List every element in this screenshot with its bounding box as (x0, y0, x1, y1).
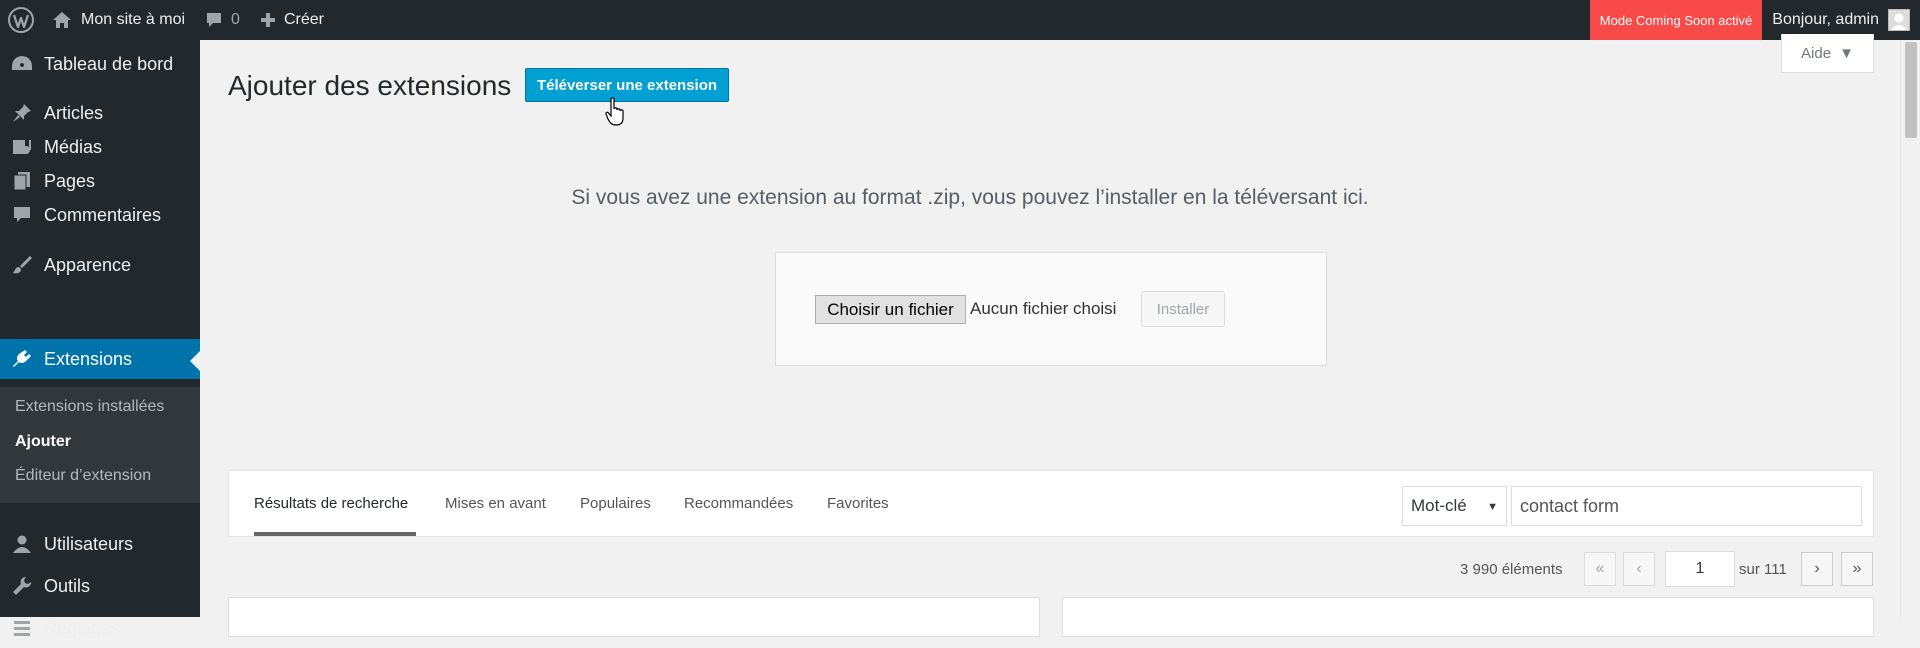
current-menu-arrow (190, 351, 200, 371)
current-page-input[interactable] (1665, 551, 1735, 587)
choose-file-button[interactable]: Choisir un fichier (815, 295, 966, 324)
page-title: Ajouter des extensions (228, 70, 512, 101)
menu-label-users: Utilisateurs (44, 533, 134, 554)
help-button[interactable]: Aide ▼ (1781, 34, 1874, 73)
menu-label-comments: Commentaires (44, 204, 162, 225)
last-page-button[interactable]: » (1841, 552, 1873, 586)
tab-popular[interactable]: Populaires (580, 495, 651, 512)
home-icon (53, 12, 71, 28)
menu-label-media: Médias (44, 136, 103, 157)
menu-item-extensions[interactable]: Extensions (0, 339, 200, 379)
dashboard-icon (0, 54, 44, 74)
site-name-label: Mon site à moi (81, 11, 186, 28)
plugin-card (228, 597, 1040, 637)
greeting-label: Bonjour, admin (1772, 11, 1879, 28)
upload-extension-button[interactable]: Téléverser une extension (525, 68, 729, 102)
install-button[interactable]: Installer (1141, 291, 1225, 327)
users-icon (0, 534, 44, 554)
no-file-label: Aucun fichier choisi (970, 299, 1117, 318)
tab-search-results[interactable]: Résultats de recherche (254, 495, 408, 512)
select-caret-icon: ▼ (1487, 501, 1498, 513)
help-label: Aide (1801, 44, 1832, 62)
search-input[interactable] (1511, 486, 1862, 526)
wordpress-logo-icon[interactable] (0, 0, 42, 40)
plugin-card (1062, 597, 1874, 637)
filter-bar: Résultats de recherche Mises en avant Po… (228, 470, 1874, 537)
hand-cursor-icon (605, 97, 624, 126)
admin-menu: Tableau de bord Articles Médias Pages Co… (0, 40, 200, 638)
scrollbar-thumb[interactable] (1905, 42, 1917, 138)
main-content: Ajouter des extensions Téléverser une ex… (200, 34, 1900, 637)
submenu-extension-editor[interactable]: Éditeur d’extension (15, 467, 151, 485)
first-page-button[interactable]: « (1584, 552, 1616, 586)
page-total: sur 111 (1739, 561, 1787, 578)
search-type-select[interactable]: Mot-clé ▼ (1402, 486, 1507, 526)
brush-icon (0, 255, 44, 275)
wrench-icon (0, 576, 44, 596)
menu-label-tools: Outils (44, 575, 91, 596)
caret-down-icon: ▼ (1839, 44, 1854, 62)
submenu-installed-extensions[interactable]: Extensions installées (15, 398, 164, 416)
menu-item-appearance[interactable]: Apparence (0, 245, 200, 285)
avatar (1888, 9, 1910, 31)
plugin-icon (0, 349, 44, 369)
comments-count: 0 (231, 11, 240, 28)
coming-soon-badge[interactable]: Mode Coming Soon activé (1589, 0, 1763, 40)
tab-featured[interactable]: Mises en avant (445, 495, 546, 512)
prev-page-button[interactable]: ‹ (1623, 552, 1655, 586)
menu-item-settings[interactable]: Réglages (0, 608, 200, 648)
menu-item-tools[interactable]: Outils (0, 566, 200, 606)
comment-bubble-icon (207, 13, 222, 27)
items-count: 3 990 éléments (1460, 561, 1563, 578)
menu-label-dashboard: Tableau de bord (44, 53, 174, 74)
next-page-button[interactable]: › (1801, 552, 1833, 586)
tab-favorites[interactable]: Favorites (827, 495, 889, 512)
menu-label-settings: Réglages (44, 617, 121, 638)
comment-icon (0, 205, 44, 225)
menu-label-pages: Pages (44, 170, 96, 191)
upload-message: Si vous avez une extension au format .zi… (571, 186, 1369, 209)
media-icon (0, 137, 44, 157)
new-content-link[interactable]: Créer (250, 0, 334, 40)
site-name-link[interactable]: Mon site à moi (42, 0, 195, 40)
submenu-add[interactable]: Ajouter (15, 433, 71, 451)
comments-link[interactable]: 0 (195, 0, 250, 40)
scrollbar[interactable] (1900, 40, 1920, 617)
active-tab-indicator (254, 532, 416, 536)
plus-icon (260, 13, 275, 27)
pin-icon (0, 103, 44, 123)
menu-item-comments[interactable]: Commentaires (0, 195, 200, 235)
menu-label-extensions: Extensions (44, 348, 133, 369)
menu-label-articles: Articles (44, 102, 104, 123)
menu-label-appearance: Apparence (44, 254, 132, 275)
new-content-label: Créer (283, 11, 324, 28)
menu-item-users[interactable]: Utilisateurs (0, 524, 200, 564)
menu-item-dashboard[interactable]: Tableau de bord (0, 44, 200, 84)
extensions-submenu: Extensions installées Ajouter Éditeur d’… (0, 387, 200, 503)
pages-icon (0, 171, 44, 191)
search-type-value: Mot-clé (1411, 496, 1467, 515)
admin-bar: Mon site à moi 0 Créer Mode Coming Soon … (0, 0, 1920, 40)
upload-form: Choisir un fichier Aucun fichier choisi … (775, 252, 1327, 366)
settings-icon (0, 618, 44, 638)
tab-recommended[interactable]: Recommandées (684, 495, 793, 512)
